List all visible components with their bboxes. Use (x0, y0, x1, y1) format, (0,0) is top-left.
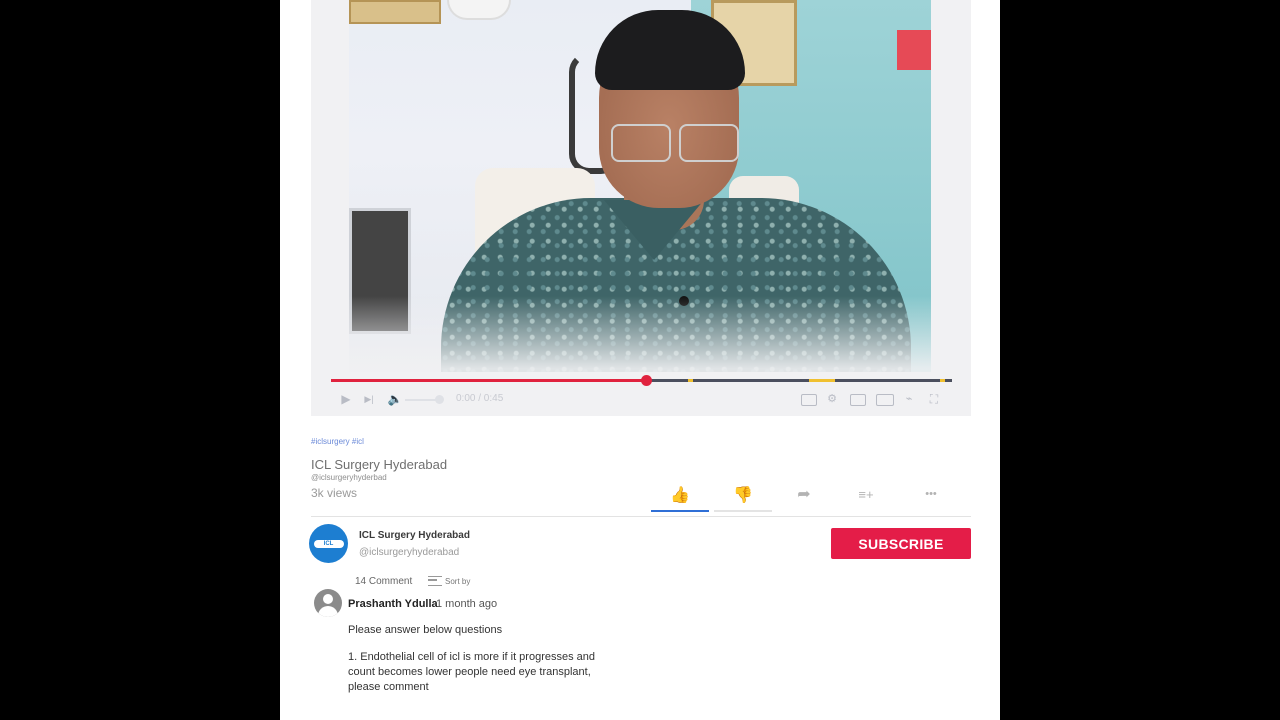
glasses-left (611, 124, 671, 162)
comment-text-line1: Please answer below questions (348, 624, 503, 636)
channel-avatar[interactable]: ICL (309, 524, 348, 563)
progress-played (331, 379, 646, 382)
hashtags[interactable]: #iclsurgery #icl (311, 437, 364, 446)
volume-knob[interactable] (435, 395, 444, 404)
comment-time[interactable]: 1 month ago (436, 598, 497, 610)
volume-icon[interactable]: 🔈 (387, 390, 403, 408)
time-display: 0:00 / 0:45 (456, 393, 504, 404)
settings-icon[interactable]: ⚙ (825, 390, 839, 408)
playlist-add-icon: ≡+ (858, 486, 874, 502)
view-count: 3k views (311, 486, 358, 500)
comment-count: 14 Comment (355, 576, 413, 587)
thumbs-down-icon: 👎 (733, 487, 753, 504)
user-head-icon (323, 594, 333, 604)
red-tag (897, 30, 931, 70)
wall-clock (447, 0, 511, 20)
channel-name[interactable]: ICL Surgery Hyderabad (359, 530, 470, 541)
progress-bar[interactable] (331, 375, 952, 386)
video-title: ICL Surgery Hyderabad (311, 457, 448, 472)
page: ▶ ▶︎| 🔈 0:00 / 0:45 ⚙ ⌁ ⛶ #iclsurgery #i… (280, 0, 1000, 720)
volume-slider[interactable] (405, 399, 439, 401)
wall-picture (349, 0, 441, 24)
channel-logo: ICL (313, 539, 344, 548)
cast-icon[interactable]: ⌁ (901, 390, 917, 408)
dislike-button[interactable]: 👎 (714, 480, 772, 512)
subtitles-icon[interactable] (801, 394, 817, 406)
theater-mode-icon[interactable] (876, 394, 894, 406)
chapter-marker (688, 379, 694, 382)
glasses-right (679, 124, 739, 162)
player-controls: ▶ ▶︎| 🔈 0:00 / 0:45 ⚙ ⌁ ⛶ (331, 390, 952, 410)
chapter-marker (827, 379, 833, 382)
channel-handle-small[interactable]: @iclsurgeryhyderbad (311, 473, 387, 482)
more-button[interactable]: ••• (902, 480, 960, 508)
sort-icon (428, 576, 442, 586)
commenter-avatar[interactable] (314, 589, 342, 617)
save-to-playlist-button[interactable]: ≡+ (837, 480, 895, 508)
thumbs-up-icon: 👍 (670, 487, 690, 504)
fullscreen-icon[interactable]: ⛶ (927, 390, 941, 408)
user-body-icon (318, 606, 338, 617)
like-button[interactable]: 👍 (651, 480, 709, 512)
progress-scrubber[interactable] (640, 375, 652, 386)
sort-label: Sort by (445, 576, 471, 586)
chapter-marker (939, 379, 945, 382)
play-icon[interactable]: ▶ (339, 390, 353, 408)
next-icon[interactable]: ▶︎| (363, 390, 375, 408)
video-player[interactable]: ▶ ▶︎| 🔈 0:00 / 0:45 ⚙ ⌁ ⛶ (311, 0, 971, 416)
more-dots-icon: ••• (925, 488, 937, 500)
divider (311, 516, 971, 517)
video-actions: 👍 👎 ➦ ≡+ ••• (651, 480, 971, 512)
share-button[interactable]: ➦ (775, 480, 833, 508)
comment-author[interactable]: Prashanth Ydulla (348, 598, 438, 610)
comment-text-line2: 1. Endothelial cell of icl is more if it… (348, 651, 596, 693)
sort-button[interactable]: Sort by (428, 576, 470, 586)
miniplayer-icon[interactable] (850, 394, 866, 406)
share-icon: ➦ (797, 486, 811, 503)
subscribe-button[interactable]: SUBSCRIBE (831, 528, 971, 559)
channel-handle: @iclsurgeryhyderabad (359, 547, 460, 558)
